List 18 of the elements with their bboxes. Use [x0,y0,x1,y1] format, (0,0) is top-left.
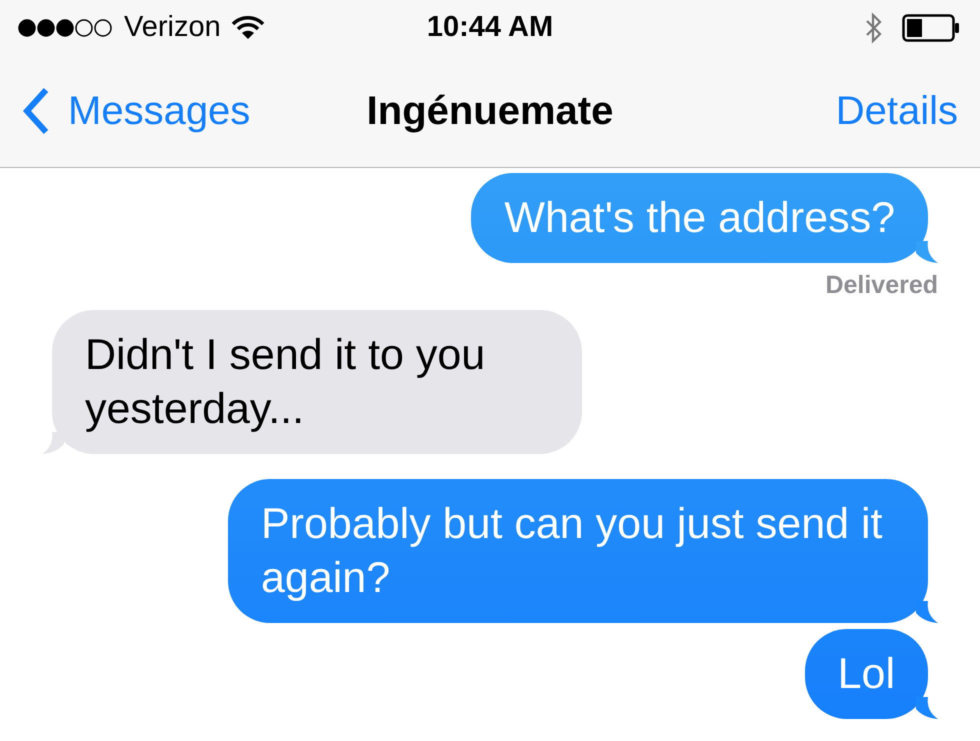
bubble-tail [916,601,938,623]
bubble-tail [916,241,938,263]
carrier-name: Verizon [124,11,221,44]
back-button[interactable]: Messages [22,87,250,135]
signal-icon [18,18,114,38]
bluetooth-icon [864,12,884,44]
battery-icon [902,14,962,42]
message-bubble: What's the address? [471,173,928,263]
delivery-status: Delivered [825,271,938,300]
chevron-left-icon [22,87,50,135]
message-bubble: Didn't I send it to you yesterday... [52,310,582,454]
wifi-icon [230,14,265,40]
bubble-tail [916,697,938,719]
message-bubble: Probably but can you just send it again? [228,479,928,623]
details-button[interactable]: Details [836,88,958,134]
conversation-title: Ingénuemate [366,88,614,134]
clock-time: 10:44 AM [426,11,554,44]
message-bubble: Lol [804,629,928,719]
